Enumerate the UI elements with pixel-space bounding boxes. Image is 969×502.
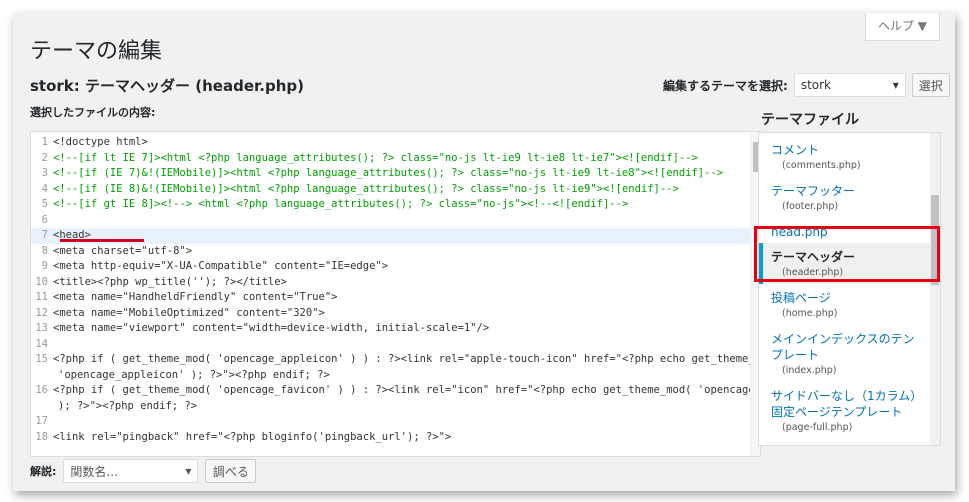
code-line-continuation: ); ?>"><?php endif; ?>	[58, 399, 198, 412]
code-line[interactable]: 12 <meta name="MobileOptimized" content="…	[31, 306, 760, 322]
file-items: コメント (comments.php) テーマフッター (footer.php) hea…	[759, 133, 940, 446]
theme-file-list: コメント (comments.php) テーマフッター (footer.php) hea…	[758, 132, 941, 446]
code-line-continuation: 'opencage_appleicon' ); ?>"><?php endif;…	[58, 368, 330, 381]
code-line[interactable]: 4 <!--[if (IE 8)&!(IEMobile)]><html <?php…	[31, 182, 760, 198]
line-number: 13	[35, 322, 48, 334]
file-list-item[interactable]: テーマフッター (footer.php)	[759, 177, 940, 218]
theme-select-value: stork	[800, 78, 831, 92]
code-line[interactable]: 15 <?php if ( get_theme_mod( 'opencage_ap…	[31, 352, 760, 368]
file-list-item-name[interactable]: テーマフッター	[771, 183, 926, 199]
line-number: 18	[35, 430, 48, 443]
line-number: 4	[41, 182, 48, 195]
line-number: 17	[35, 415, 48, 427]
file-list-item-path: (footer.php)	[782, 201, 839, 212]
file-display-name: テーマヘッダー	[85, 77, 191, 95]
code-line[interactable]: 9 <meta http-equiv="X-UA-Compatible" cont…	[31, 259, 760, 275]
line-number: 15	[35, 353, 48, 365]
theme-select-label: 編集するテーマを選択:	[663, 78, 788, 93]
function-select-placeholder: 関数名...	[70, 464, 118, 479]
code-line[interactable]: 5 <!--[if gt IE 8]><!--> <html <?php lang…	[31, 197, 760, 213]
file-list-item-name[interactable]: サイドバーなし（1カラム）固定ページテンプレート	[771, 388, 926, 420]
help-tab[interactable]: ヘルプ ▼	[865, 13, 940, 41]
file-title: stork: テーマヘッダー (header.php)	[30, 75, 304, 96]
file-list-item[interactable]: ランディングページ 固定ページテンプレート	[759, 439, 940, 446]
file-list-item-name[interactable]: 投稿ページ	[771, 290, 926, 306]
line-number: 7	[41, 229, 48, 241]
code-text: <meta name="viewport" content="width=dev…	[53, 322, 490, 334]
line-number: 3	[41, 167, 48, 179]
file-list-scrollbar[interactable]	[930, 133, 940, 445]
lookup-label: 解説:	[30, 465, 57, 478]
line-number: 9	[41, 260, 48, 272]
theme-editor-window: ヘルプ ▼ テーマの編集 stork: テーマヘッダー (header.php)…	[13, 13, 955, 491]
line-number: 8	[41, 244, 48, 257]
function-select[interactable]: 関数名... ▾	[63, 459, 199, 483]
code-line[interactable]: 8 <meta charset="utf-8">	[31, 244, 760, 260]
code-line[interactable]: 2 <!--[if lt IE 7]><html <?php language_a…	[31, 151, 760, 167]
file-list-item[interactable]: 投稿ページ (home.php)	[759, 284, 940, 325]
code-text: <meta name="MobileOptimized" content="32…	[53, 306, 325, 319]
file-list-item-path: (page-full.php)	[782, 422, 853, 433]
line-number: 6	[41, 213, 48, 226]
code-line[interactable]: 14	[31, 337, 760, 353]
line-number: 5	[41, 198, 48, 210]
code-line[interactable]: 11 <meta name="HandheldFriendly" content=…	[31, 290, 760, 306]
line-number: 11	[35, 291, 48, 303]
theme-name: stork:	[30, 77, 80, 95]
line-number: 10	[35, 275, 48, 288]
documentation-lookup: 解説: 関数名... ▾ 調べる	[30, 459, 257, 483]
file-filename: (header.php)	[195, 77, 304, 95]
file-list-item-path: (home.php)	[782, 308, 838, 319]
code-text: <meta http-equiv="X-UA-Compatible" conte…	[53, 260, 389, 272]
file-list-item[interactable]: コメント (comments.php)	[759, 136, 940, 177]
code-line[interactable]: 10 <title><?php wp_title(''); ?></title>	[31, 275, 760, 291]
line-number: 1	[41, 136, 48, 148]
code-text: <!doctype html>	[53, 136, 148, 148]
code-text: <?php if ( get_theme_mod( 'opencage_favi…	[53, 384, 761, 396]
line-number: 14	[35, 337, 48, 350]
code-line[interactable]: 18 <link rel="pingback" href="<?php blogi…	[31, 430, 760, 446]
code-lines: 1 <!doctype html> 2 <!--[if lt IE 7]><html …	[31, 132, 760, 445]
chevron-down-icon: ▾	[185, 464, 192, 478]
code-line[interactable]: 3 <!--[if (IE 7)&!(IEMobile)]><html <?php…	[31, 166, 760, 182]
head-tag-annotation	[60, 239, 144, 242]
theme-files-title: テーマファイル	[761, 112, 859, 128]
page-title: テーマの編集	[30, 39, 163, 64]
file-list-item-path: (comments.php)	[782, 160, 861, 171]
chevron-down-icon: ▾	[892, 78, 899, 92]
code-line[interactable]: 16 <?php if ( get_theme_mod( 'opencage_fa…	[31, 383, 760, 399]
code-line[interactable]: 13 <meta name="viewport" content="width=d…	[31, 321, 760, 337]
code-line[interactable]: 1 <!doctype html>	[31, 135, 760, 151]
line-number: 2	[41, 151, 48, 164]
code-text: <!--[if gt IE 8]><!--> <html <?php langu…	[53, 198, 629, 210]
code-text: <meta charset="utf-8">	[53, 244, 193, 257]
file-list-item-name[interactable]: コメント	[771, 142, 926, 158]
code-line[interactable]: 6	[31, 213, 760, 229]
code-text: <!--[if lt IE 7]><html <?php language_at…	[53, 151, 698, 164]
file-list-item[interactable]: サイドバーなし（1カラム）固定ページテンプレート (page-full.php)	[759, 382, 940, 439]
content-label: 選択したファイルの内容:	[30, 106, 156, 119]
line-number: 16	[35, 384, 48, 396]
code-line[interactable]: 17	[31, 414, 760, 430]
file-list-item-name[interactable]: メインインデックスのテンプレート	[771, 331, 926, 363]
select-theme-button[interactable]: 選択	[911, 73, 950, 97]
lookup-button[interactable]: 調べる	[205, 459, 257, 483]
code-text: <!--[if (IE 7)&!(IEMobile)]><html <?php …	[53, 167, 724, 179]
code-text: <meta name="HandheldFriendly" content="T…	[53, 291, 338, 303]
code-text: <link rel="pingback" href="<?php bloginf…	[53, 430, 452, 443]
theme-select[interactable]: stork ▾	[793, 73, 906, 97]
file-list-item-name[interactable]: ランディングページ 固定ページテンプレート	[771, 445, 926, 446]
code-editor[interactable]: 1 <!doctype html> 2 <!--[if lt IE 7]><html …	[30, 131, 761, 457]
code-text: <title><?php wp_title(''); ?></title>	[53, 275, 287, 288]
code-text: <!--[if (IE 8)&!(IEMobile)]><html <?php …	[53, 182, 679, 195]
code-text: <?php if ( get_theme_mod( 'opencage_appl…	[53, 353, 761, 365]
theme-selector: 編集するテーマを選択: stork ▾ 選択	[663, 73, 950, 97]
line-number: 12	[35, 306, 48, 319]
current-file-highlight	[754, 226, 940, 282]
file-list-item[interactable]: メインインデックスのテンプレート (index.php)	[759, 325, 940, 382]
file-list-item-path: (index.php)	[782, 365, 837, 376]
